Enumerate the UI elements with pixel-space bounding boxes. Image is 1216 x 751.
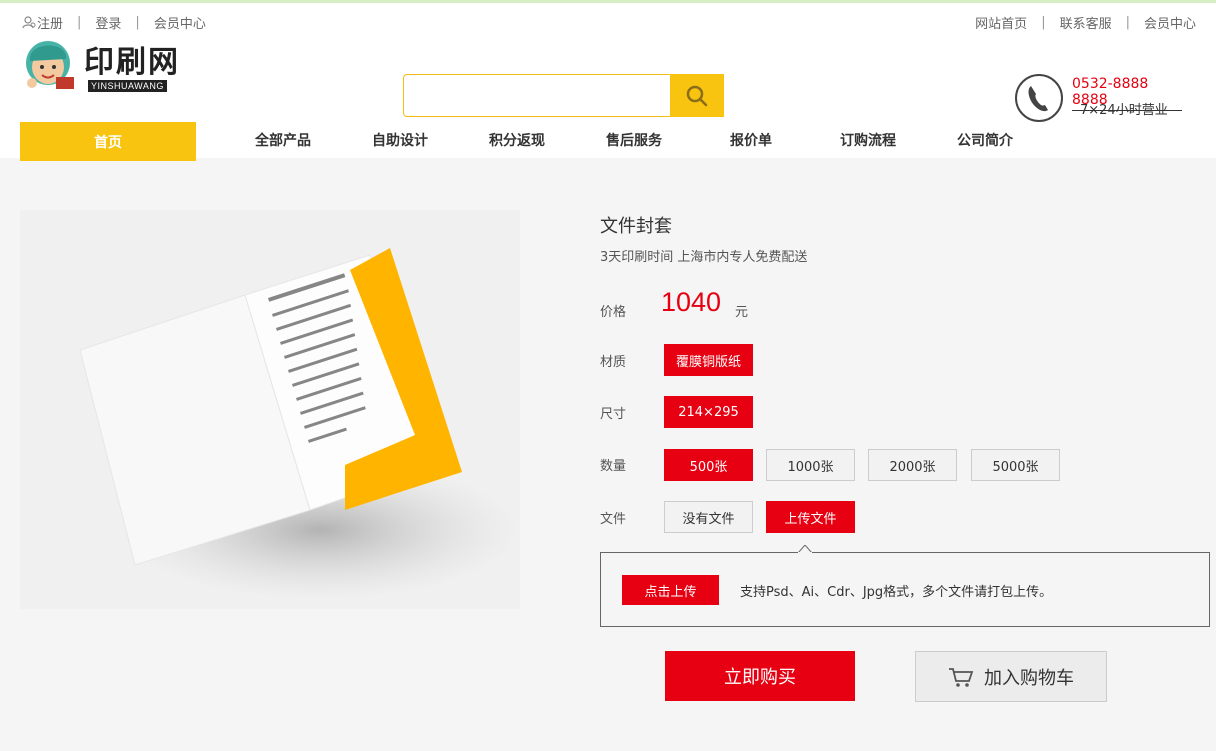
file-option-upload[interactable]: 上传文件 xyxy=(766,501,855,533)
add-to-cart-label: 加入购物车 xyxy=(984,667,1074,689)
quantity-option-2000[interactable]: 2000张 xyxy=(868,449,957,481)
material-label: 材质 xyxy=(600,355,627,370)
logo-subtitle: YINSHUAWANG xyxy=(88,80,167,92)
nav-item-about[interactable]: 公司简介 xyxy=(957,122,1013,161)
header: 注册 | 登录 | 会员中心 网站首页 | 联系客服 | 会员中心 印刷网 YI… xyxy=(0,0,1216,161)
upload-button[interactable]: 点击上传 xyxy=(622,575,719,605)
upload-panel-pointer xyxy=(798,545,812,553)
logo[interactable]: 印刷网 YINSHUAWANG xyxy=(22,33,192,95)
logo-title: 印刷网 xyxy=(84,45,180,80)
add-to-cart-button[interactable]: 加入购物车 xyxy=(915,651,1107,702)
user-icon xyxy=(22,16,36,29)
separator: | xyxy=(1041,15,1046,30)
product-subtitle: 3天印刷时间 上海市内专人免费配送 xyxy=(600,250,808,265)
nav-item-points-cashback[interactable]: 积分返现 xyxy=(489,122,545,161)
main-nav: 首页 全部产品 自助设计 积分返现 售后服务 报价单 订购流程 公司简介 xyxy=(20,122,1200,161)
topbar-left: 注册 | 登录 | 会员中心 xyxy=(22,13,206,32)
quantity-option-500[interactable]: 500张 xyxy=(664,449,753,481)
quantity-option-1000[interactable]: 1000张 xyxy=(766,449,855,481)
buy-now-button[interactable]: 立即购买 xyxy=(665,651,855,701)
price-currency: 元 xyxy=(735,305,749,320)
phone-info: 0532-8888 8888 7×24小时营业 xyxy=(1014,73,1184,123)
quantity-option-5000[interactable]: 5000张 xyxy=(971,449,1060,481)
file-option-none[interactable]: 没有文件 xyxy=(664,501,753,533)
nav-item-quote[interactable]: 报价单 xyxy=(730,122,772,161)
search-button[interactable] xyxy=(670,74,724,117)
cart-icon xyxy=(949,667,974,687)
search-icon xyxy=(686,85,708,106)
nav-item-order-process[interactable]: 订购流程 xyxy=(840,122,896,161)
phone-icon xyxy=(1015,74,1063,122)
nav-home[interactable]: 首页 xyxy=(20,122,196,161)
nav-item-self-design[interactable]: 自助设计 xyxy=(372,122,428,161)
member-center-link[interactable]: 会员中心 xyxy=(154,13,206,32)
price-label: 价格 xyxy=(600,305,627,320)
search-input[interactable] xyxy=(403,74,670,117)
price-value: 1040 xyxy=(661,287,722,317)
quantity-label: 数量 xyxy=(600,459,627,474)
login-link[interactable]: 登录 xyxy=(95,13,121,32)
contact-link[interactable]: 联系客服 xyxy=(1060,13,1112,32)
topbar-right: 网站首页 | 联系客服 | 会员中心 xyxy=(975,13,1196,32)
folder-illustration xyxy=(79,248,520,600)
size-option[interactable]: 214×295 xyxy=(664,396,753,428)
member-center-right-link[interactable]: 会员中心 xyxy=(1144,13,1196,32)
size-label: 尺寸 xyxy=(600,407,627,422)
material-option[interactable]: 覆膜铜版纸 xyxy=(664,344,753,376)
file-label: 文件 xyxy=(600,512,627,527)
search-bar xyxy=(403,74,724,117)
separator: | xyxy=(1125,15,1130,30)
nav-item-after-sales[interactable]: 售后服务 xyxy=(606,122,662,161)
separator: | xyxy=(135,15,140,30)
register-link[interactable]: 注册 xyxy=(37,13,63,32)
nav-item-all-products[interactable]: 全部产品 xyxy=(255,122,311,161)
site-home-link[interactable]: 网站首页 xyxy=(975,13,1027,32)
product-image xyxy=(20,210,520,609)
upload-hint: 支持Psd、Ai、Cdr、Jpg格式，多个文件请打包上传。 xyxy=(740,585,1053,600)
separator: | xyxy=(77,15,82,30)
product-title: 文件封套 xyxy=(600,216,672,237)
phone-hours: 7×24小时营业 xyxy=(1080,103,1168,118)
